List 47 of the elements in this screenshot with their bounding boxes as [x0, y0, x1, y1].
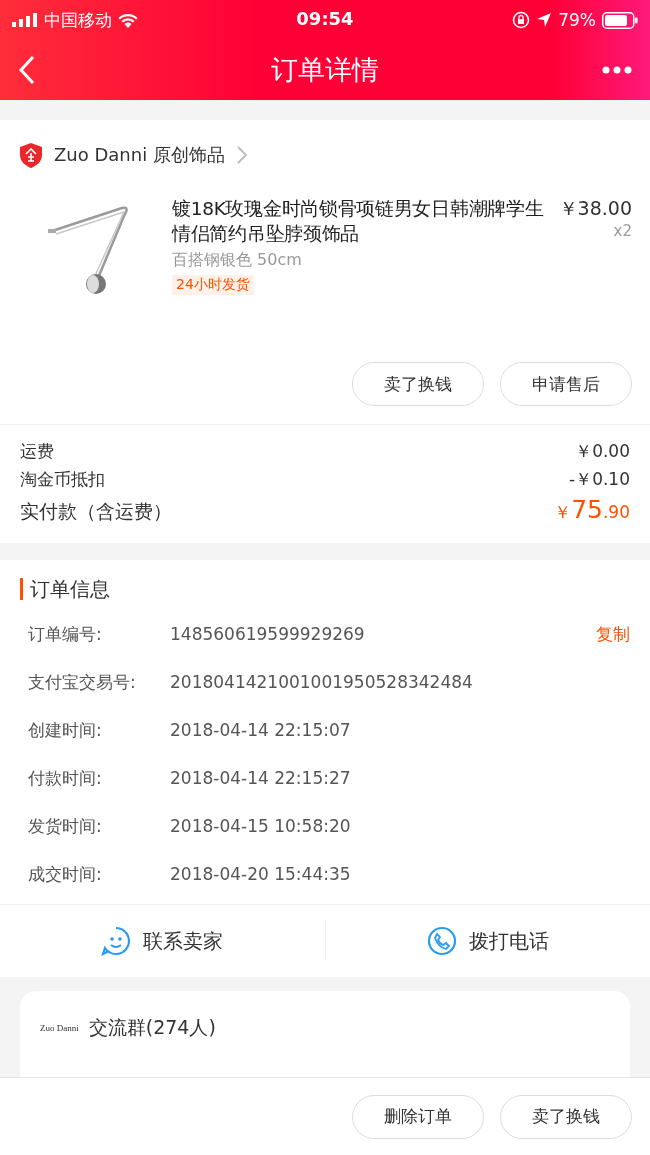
action-button[interactable]: 卖了换钱 — [500, 1094, 632, 1139]
action-button[interactable]: 删除订单 — [352, 1094, 484, 1139]
info-label: 发货时间: — [28, 814, 103, 838]
chat-icon — [101, 926, 132, 956]
group-logo: Zuo Danni — [40, 1023, 79, 1033]
info-label: 成交时间: — [28, 862, 103, 886]
phone-icon — [426, 926, 457, 956]
product-title[interactable]: 镀18K玫瑰金时尚锁骨项链男女日韩潮牌学生情侣简约吊坠脖颈饰品 — [172, 196, 544, 246]
fee-value: ￥0.00 — [575, 440, 630, 463]
product-quantity: x2 — [613, 222, 632, 240]
contact-button[interactable]: 联系卖家 — [0, 921, 325, 961]
total-amount: ￥75.90 — [554, 495, 630, 524]
product-price: ￥38.00 — [558, 196, 632, 221]
shield-icon — [20, 142, 42, 168]
shipping-tag: 24小时发货 — [172, 275, 254, 295]
location-icon — [536, 12, 553, 28]
carrier-name: 中国移动 — [44, 8, 112, 32]
action-button[interactable]: 卖了换钱 — [352, 362, 484, 406]
info-value: 2018-04-20 15:44:35 — [170, 864, 352, 884]
rotation-lock-icon — [512, 11, 531, 29]
info-label: 支付宝交易号: — [28, 670, 137, 694]
shop-name[interactable]: Zuo Danni 原创饰品 — [54, 143, 225, 167]
page-title: 订单详情 — [271, 53, 379, 87]
info-label: 付款时间: — [28, 766, 103, 790]
fee-label: 淘金币抵扣 — [20, 468, 105, 491]
action-button[interactable]: 申请售后 — [500, 362, 632, 406]
section-title: 订单信息 — [20, 578, 630, 600]
total-label: 实付款（含运费） — [20, 499, 172, 524]
info-value: 2018-04-14 22:15:07 — [170, 720, 352, 740]
product-spec: 百搭钢银色 50cm — [172, 250, 303, 271]
group-title[interactable]: 交流群(274人) — [88, 1015, 216, 1041]
more-icon[interactable] — [602, 66, 632, 74]
clock-time: 09:54 — [296, 8, 354, 29]
info-value: 2018041421001001950528342484 — [170, 672, 474, 692]
back-icon[interactable] — [18, 55, 36, 85]
wifi-icon — [118, 12, 138, 28]
info-value: 2018-04-14 22:15:27 — [170, 768, 352, 788]
fee-label: 运费 — [20, 440, 54, 463]
signal-icon — [12, 13, 38, 27]
info-label: 创建时间: — [28, 718, 103, 742]
battery-percent: 79% — [558, 10, 596, 30]
fee-value: -￥0.10 — [569, 468, 630, 491]
info-label: 订单编号: — [28, 622, 103, 646]
info-value: 148560619599929269 — [170, 624, 366, 644]
battery-icon — [602, 11, 638, 29]
contact-button[interactable]: 拨打电话 — [324, 921, 650, 961]
info-value: 2018-04-15 10:58:20 — [170, 816, 352, 836]
